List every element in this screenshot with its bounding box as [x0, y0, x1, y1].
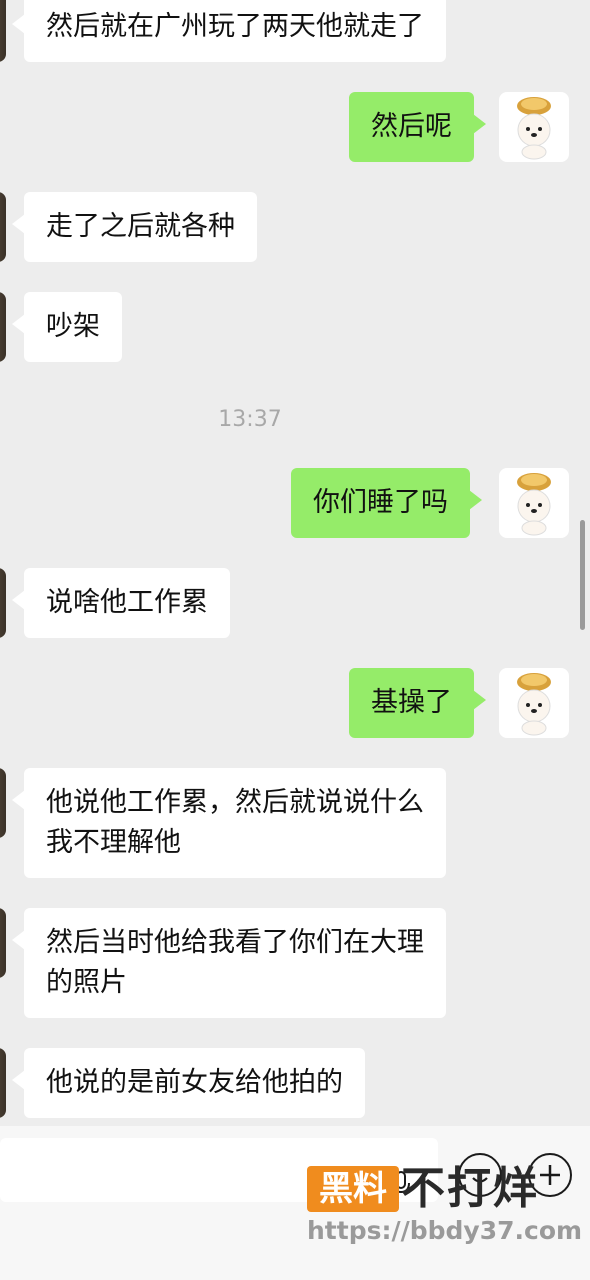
- message-bubble[interactable]: 然后就在广州玩了两天他就走了: [12, 0, 446, 62]
- message-line: 他说他工作累，然后就说说什么: [46, 787, 424, 818]
- timestamp: 13:37: [218, 407, 282, 432]
- dog-avatar-icon: [517, 473, 551, 536]
- watermark-badge: 黑料: [307, 1166, 399, 1212]
- watermark-title: 不打烊: [401, 1163, 539, 1214]
- message-bubble[interactable]: 他说他工作累，然后就说说什么 我不理解他: [12, 768, 446, 878]
- my-avatar[interactable]: [499, 92, 569, 162]
- watermark: 黑料 不打烊 https://bbdy37.com: [305, 1163, 582, 1266]
- watermark-url: https://bbdy37.com: [307, 1216, 583, 1245]
- contact-avatar[interactable]: [0, 292, 6, 362]
- scrollbar[interactable]: [580, 520, 585, 630]
- message-bubble[interactable]: 然后呢: [349, 92, 486, 162]
- message-bubble[interactable]: 吵架: [12, 292, 122, 362]
- message-line: 的照片: [46, 967, 127, 998]
- contact-avatar[interactable]: [0, 768, 6, 838]
- contact-avatar[interactable]: [0, 908, 6, 978]
- contact-avatar[interactable]: [0, 192, 6, 262]
- my-avatar[interactable]: [499, 468, 569, 538]
- message-bubble[interactable]: 他说的是前女友给他拍的: [12, 1048, 365, 1118]
- contact-avatar[interactable]: [0, 0, 6, 62]
- message-bubble[interactable]: 然后当时他给我看了你们在大理 的照片: [12, 908, 446, 1018]
- chat-history[interactable]: 然后就在广州玩了两天他就走了 然后呢 走了之后就各种 吵架 13:37 你们睡了…: [0, 0, 590, 1130]
- dog-avatar-icon: [517, 673, 551, 736]
- message-bubble[interactable]: 说啥他工作累: [12, 568, 230, 638]
- message-bubble[interactable]: 你们睡了吗: [291, 468, 482, 538]
- dog-avatar-icon: [517, 97, 551, 160]
- message-line: 我不理解他: [46, 827, 181, 858]
- message-bubble[interactable]: 基操了: [349, 668, 486, 738]
- my-avatar[interactable]: [499, 668, 569, 738]
- contact-avatar[interactable]: [0, 568, 6, 638]
- contact-avatar[interactable]: [0, 1048, 6, 1118]
- message-line: 然后当时他给我看了你们在大理: [46, 927, 424, 958]
- message-bubble[interactable]: 走了之后就各种: [12, 192, 257, 262]
